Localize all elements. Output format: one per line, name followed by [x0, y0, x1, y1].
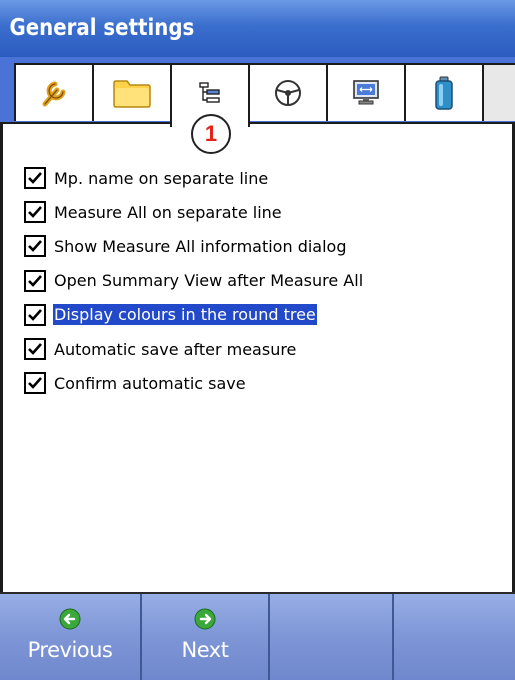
tab-strip — [0, 57, 515, 127]
title-bar: General settings — [0, 0, 515, 57]
option-label-selected: Display colours in the round tree — [53, 304, 317, 326]
option-label: Confirm automatic save — [54, 373, 246, 393]
checkbox[interactable] — [24, 201, 46, 224]
option-open-summary-view[interactable]: Open Summary View after Measure All — [24, 264, 504, 298]
checkbox[interactable] — [24, 338, 46, 361]
option-label: Open Summary View after Measure All — [54, 271, 364, 291]
checkmark-icon — [28, 172, 42, 184]
battery-icon — [435, 76, 453, 110]
checkbox[interactable] — [24, 235, 46, 258]
next-button[interactable]: Next — [142, 594, 270, 680]
option-label: Mp. name on separate line — [54, 168, 269, 188]
tree-view-icon — [199, 82, 220, 103]
option-label: Measure All on separate line — [54, 202, 282, 222]
next-label: Next — [181, 638, 229, 662]
toolbar-button-empty[interactable] — [394, 594, 515, 680]
tab-tools[interactable] — [14, 63, 94, 121]
tab-strip-filler — [482, 63, 515, 121]
window-title: General settings — [0, 0, 443, 57]
checkmark-icon — [28, 274, 42, 287]
tab-battery[interactable] — [404, 63, 484, 121]
checkbox[interactable] — [24, 167, 46, 190]
option-display-colours-round-tree[interactable]: Display colours in the round tree — [24, 298, 504, 332]
steering-wheel-icon — [275, 80, 301, 106]
tab-files[interactable] — [92, 63, 172, 121]
tab-display[interactable] — [326, 63, 406, 121]
option-confirm-automatic-save[interactable]: Confirm automatic save — [24, 366, 504, 400]
option-show-measure-all-dialog[interactable]: Show Measure All information dialog — [24, 229, 504, 263]
option-label: Show Measure All information dialog — [54, 236, 347, 256]
wrench-icon — [42, 81, 66, 107]
option-automatic-save-after-measure[interactable]: Automatic save after measure — [24, 332, 504, 366]
previous-button[interactable]: Previous — [0, 594, 142, 680]
option-measure-all-separate-line[interactable]: Measure All on separate line — [24, 195, 504, 229]
callout-marker: 1 — [191, 114, 231, 154]
previous-label: Previous — [27, 638, 113, 662]
option-mp-name-separate-line[interactable]: Mp. name on separate line — [24, 161, 504, 195]
checkmark-icon — [28, 240, 42, 253]
monitor-icon — [353, 80, 379, 105]
folder-icon — [113, 80, 151, 108]
checkmark-icon — [28, 308, 42, 321]
settings-window: General settings 1 Mp. name on separate … — [0, 0, 515, 680]
options-list: Mp. name on separate line Measure All on… — [24, 161, 504, 400]
checkbox[interactable] — [24, 303, 46, 326]
arrow-left-icon — [59, 608, 81, 630]
checkmark-icon — [28, 377, 42, 390]
bottom-toolbar: Previous Next — [0, 592, 515, 680]
option-label: Automatic save after measure — [54, 339, 297, 359]
checkbox[interactable] — [24, 269, 46, 292]
checkbox[interactable] — [24, 372, 46, 395]
tab-vehicle[interactable] — [248, 63, 328, 121]
arrow-right-icon — [194, 608, 216, 630]
checkmark-icon — [28, 206, 42, 219]
toolbar-button-empty[interactable] — [270, 594, 394, 680]
checkmark-icon — [28, 343, 42, 355]
